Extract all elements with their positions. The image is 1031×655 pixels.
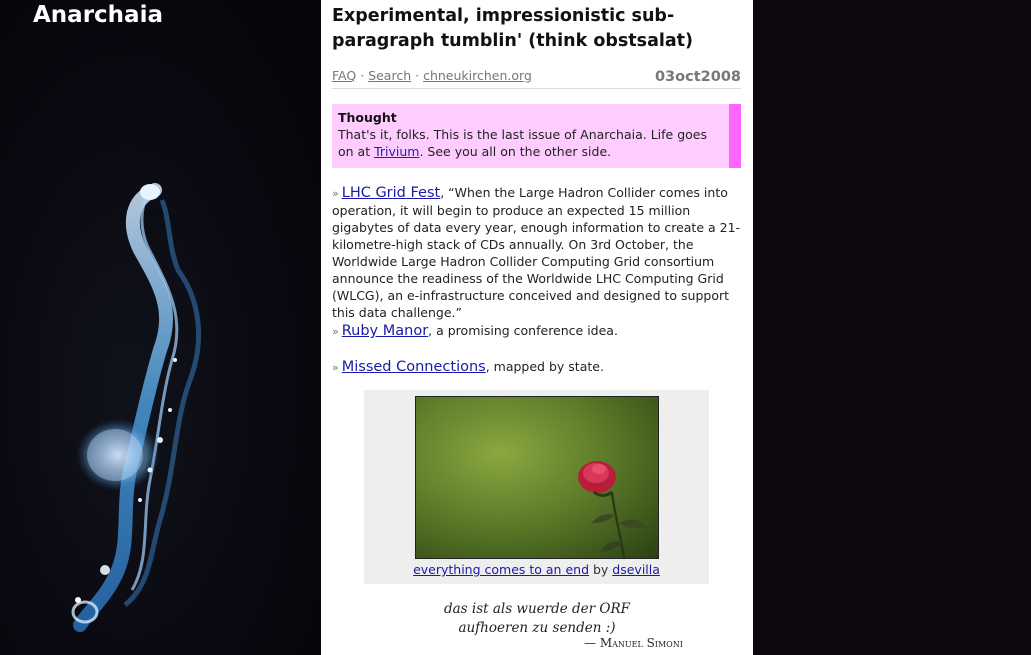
right-background (753, 0, 1031, 655)
nav-bar: FAQ · Search · chneukirchen.org 03oct200… (332, 66, 741, 89)
nav-links: FAQ · Search · chneukirchen.org (332, 68, 532, 83)
list-item: » Ruby Manor, a promising conference idea… (332, 322, 742, 340)
quote-author: — Manuel Simoni (584, 636, 683, 650)
site-title[interactable]: Anarchaia (33, 2, 163, 28)
thought-box: Thought That's it, folks. This is the la… (332, 104, 741, 168)
quote: das ist als wuerde der ORF aufhoeren zu … (321, 600, 753, 638)
thought-text-after: . See you all on the other side. (419, 144, 612, 159)
raquo-icon: » (332, 361, 339, 374)
photo-author-link[interactable]: dsevilla (612, 562, 660, 577)
main-content: Experimental, impressionistic sub-paragr… (321, 0, 753, 655)
trivium-link[interactable]: Trivium (374, 144, 419, 159)
photo-title-link[interactable]: everything comes to an end (413, 562, 589, 577)
page-headline: Experimental, impressionistic sub-paragr… (332, 6, 694, 51)
search-link[interactable]: Search (368, 68, 411, 83)
ruby-manor-link[interactable]: Ruby Manor (342, 323, 428, 339)
entry-text: , “When the Large Hadron Collider comes … (332, 185, 741, 320)
faq-link[interactable]: FAQ (332, 68, 356, 83)
nav-separator: · (360, 68, 365, 83)
raquo-icon: » (332, 325, 339, 338)
photo-caption: everything comes to an end by dsevilla (364, 562, 709, 577)
rose-photo[interactable] (415, 396, 659, 559)
list-item: » LHC Grid Fest, “When the Large Hadron C… (332, 184, 742, 321)
lhc-grid-fest-link[interactable]: LHC Grid Fest (342, 185, 440, 201)
page: Anarchaia Experimental, impressionistic … (0, 0, 1031, 655)
list-item: » Missed Connections, mapped by state. (332, 358, 742, 376)
caption-by: by (589, 562, 613, 577)
raquo-icon: » (332, 187, 339, 200)
entry-text: , mapped by state. (485, 359, 604, 374)
photo-box: everything comes to an end by dsevilla (364, 390, 709, 584)
rose-image (416, 397, 658, 558)
quote-line-2: aufhoeren zu senden :) (458, 620, 616, 636)
issue-date: 03oct2008 (654, 69, 741, 85)
entry-text: , a promising conference idea. (428, 323, 618, 338)
nav-separator: · (415, 68, 420, 83)
quote-line-1: das ist als wuerde der ORF (443, 601, 631, 617)
thought-title: Thought (338, 110, 397, 125)
left-artwork-panel: Anarchaia (0, 0, 321, 655)
thought-body: That's it, folks. This is the last issue… (338, 126, 719, 160)
jellyfish-illustration (71, 183, 202, 632)
site-link[interactable]: chneukirchen.org (423, 68, 532, 83)
missed-connections-link[interactable]: Missed Connections (342, 359, 486, 375)
